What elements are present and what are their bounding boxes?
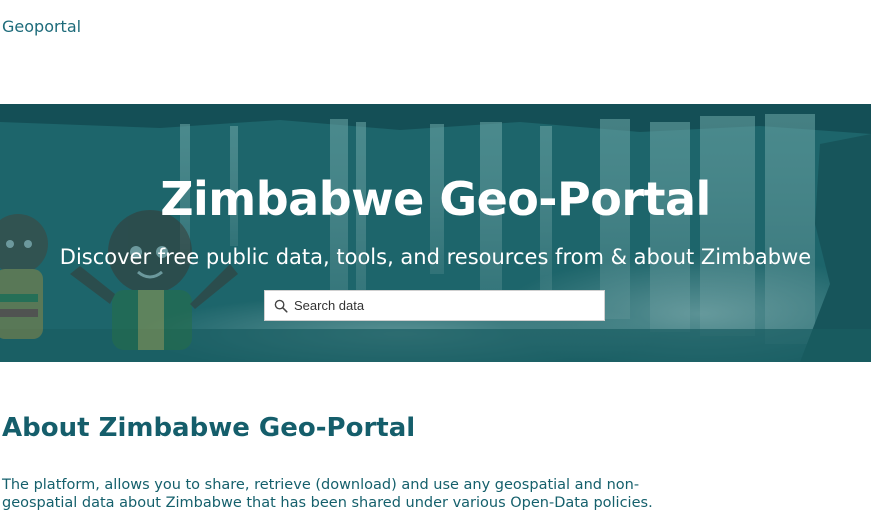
hero-banner: Zimbabwe Geo-Portal Discover free public… xyxy=(0,104,871,362)
search-box[interactable] xyxy=(264,290,605,321)
hero-title: Zimbabwe Geo-Portal xyxy=(160,172,711,226)
about-heading: About Zimbabwe Geo-Portal xyxy=(2,413,416,443)
search-icon xyxy=(274,299,288,313)
about-description: The platform, allows you to share, retri… xyxy=(2,476,702,512)
hero-overlay xyxy=(0,104,871,362)
brand-link[interactable]: Geoportal xyxy=(2,17,81,36)
top-nav: Geoportal xyxy=(0,0,871,60)
hero-subtitle: Discover free public data, tools, and re… xyxy=(59,245,812,269)
search-input[interactable] xyxy=(294,293,594,318)
about-description-line: geospatial data about Zimbabwe that has … xyxy=(2,495,653,511)
about-description-line: The platform, allows you to share, retri… xyxy=(2,477,640,493)
